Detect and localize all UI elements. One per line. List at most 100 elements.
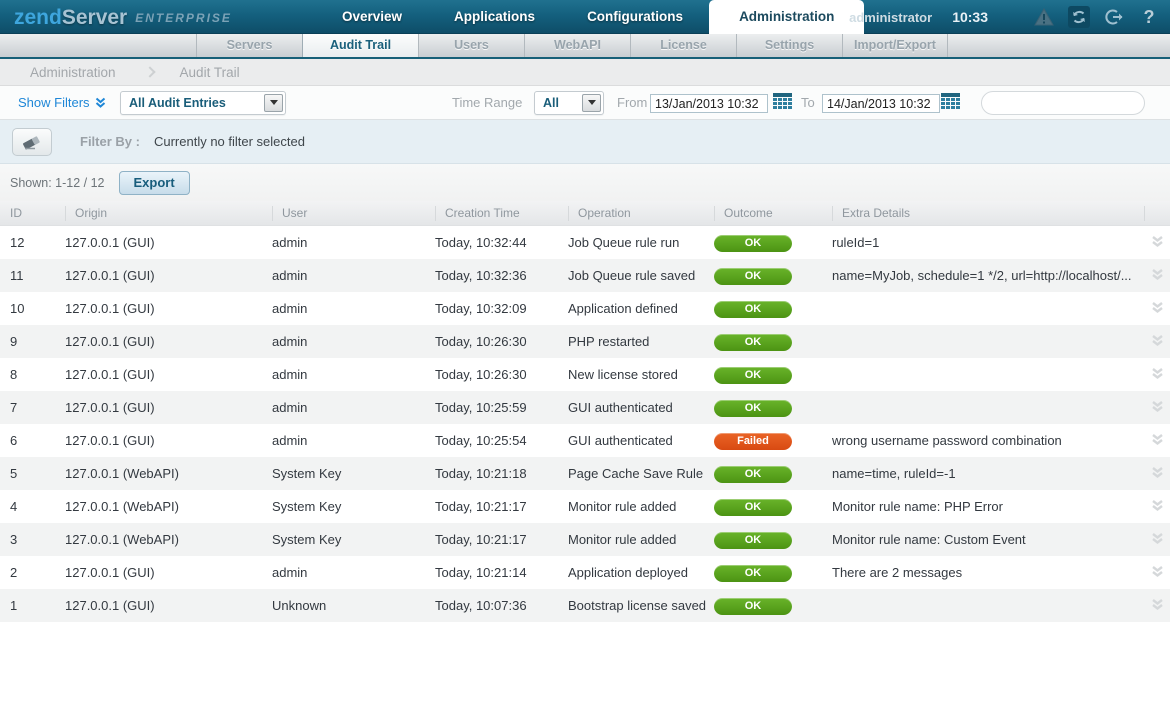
row-expand-button[interactable] (1144, 400, 1170, 416)
time-range-select[interactable]: All (534, 91, 604, 115)
row-expand-button[interactable] (1144, 466, 1170, 482)
dropdown-arrow-icon (582, 94, 601, 112)
logout-icon[interactable] (1103, 6, 1125, 28)
nav-item-applications[interactable]: Applications (428, 0, 561, 34)
row-expand-button[interactable] (1144, 235, 1170, 251)
cell-outcome: OK (714, 234, 832, 252)
to-date-input[interactable] (822, 94, 940, 113)
cell-outcome: OK (714, 399, 832, 417)
from-date-input[interactable] (650, 94, 768, 113)
cell-operation: Job Queue rule run (568, 235, 714, 250)
row-expand-button[interactable] (1144, 268, 1170, 284)
row-expand-button[interactable] (1144, 598, 1170, 614)
nav-item-overview[interactable]: Overview (316, 0, 428, 34)
results-toolbar: Shown: 1-12 / 12 Export (0, 164, 1170, 201)
row-expand-button[interactable] (1144, 334, 1170, 350)
tab-webapi[interactable]: WebAPI (524, 34, 630, 57)
double-chevron-down-icon (95, 97, 106, 108)
table-row: 5127.0.0.1 (WebAPI)System KeyToday, 10:2… (0, 457, 1170, 490)
row-expand-button[interactable] (1144, 433, 1170, 449)
outcome-badge: OK (714, 565, 792, 582)
cell-outcome: Failed (714, 432, 832, 450)
nav-item-configurations[interactable]: Configurations (561, 0, 709, 34)
cell-origin: 127.0.0.1 (GUI) (65, 433, 272, 448)
topbar-right: administrator 10:33 ? (849, 0, 1160, 34)
cell-origin: 127.0.0.1 (GUI) (65, 301, 272, 316)
cell-user: System Key (272, 499, 435, 514)
cell-origin: 127.0.0.1 (GUI) (65, 367, 272, 382)
calendar-icon[interactable] (773, 93, 792, 110)
table-row: 10127.0.0.1 (GUI)adminToday, 10:32:09App… (0, 292, 1170, 325)
row-expand-button[interactable] (1144, 565, 1170, 581)
table-row: 11127.0.0.1 (GUI)adminToday, 10:32:36Job… (0, 259, 1170, 292)
column-header-creation-time[interactable]: Creation Time (435, 206, 568, 221)
tab-import-export[interactable]: Import/Export (842, 34, 948, 57)
cell-creation-time: Today, 10:21:17 (435, 532, 568, 547)
cell-outcome: OK (714, 564, 832, 582)
cell-origin: 127.0.0.1 (WebAPI) (65, 466, 272, 481)
help-glyph: ? (1144, 7, 1155, 28)
tab-users[interactable]: Users (418, 34, 524, 57)
row-expand-button[interactable] (1144, 301, 1170, 317)
tab-settings[interactable]: Settings (736, 34, 842, 57)
expand-row-icon (1151, 301, 1164, 314)
breadcrumb-audit-trail: Audit Trail (180, 65, 240, 80)
cell-operation: Page Cache Save Rule (568, 466, 714, 481)
tab-audit-trail[interactable]: Audit Trail (302, 34, 418, 57)
cell-user: admin (272, 433, 435, 448)
column-header-outcome[interactable]: Outcome (714, 206, 832, 221)
cell-creation-time: Today, 10:32:36 (435, 268, 568, 283)
expand-row-icon (1151, 565, 1164, 578)
cell-extra-details: wrong username password combination (832, 433, 1144, 448)
cell-creation-time: Today, 10:26:30 (435, 334, 568, 349)
filter-by-bar: Filter By : Currently no filter selected (0, 120, 1170, 164)
cell-origin: 127.0.0.1 (WebAPI) (65, 499, 272, 514)
row-expand-button[interactable] (1144, 532, 1170, 548)
logo-server: Server (62, 6, 127, 29)
table-row: 2127.0.0.1 (GUI)adminToday, 10:21:14Appl… (0, 556, 1170, 589)
audit-entries-select[interactable]: All Audit Entries (120, 91, 286, 115)
cell-operation: PHP restarted (568, 334, 714, 349)
show-filters-link[interactable]: Show Filters (18, 95, 106, 110)
cell-origin: 127.0.0.1 (GUI) (65, 334, 272, 349)
cell-id: 8 (10, 367, 65, 382)
column-header-operation[interactable]: Operation (568, 206, 714, 221)
help-icon[interactable]: ? (1138, 6, 1160, 28)
export-button[interactable]: Export (119, 171, 190, 195)
column-header-expand (1144, 206, 1170, 221)
row-expand-button[interactable] (1144, 367, 1170, 383)
cell-extra-details: name=time, ruleId=-1 (832, 466, 1144, 481)
filter-row: Show Filters All Audit Entries Time Rang… (0, 86, 1170, 120)
filter-by-value: Currently no filter selected (154, 134, 305, 149)
cell-creation-time: Today, 10:07:36 (435, 598, 568, 613)
outcome-badge: OK (714, 532, 792, 549)
cell-operation: Monitor rule added (568, 499, 714, 514)
column-header-id[interactable]: ID (10, 206, 65, 221)
tab-license[interactable]: License (630, 34, 736, 57)
cell-operation: Application deployed (568, 565, 714, 580)
expand-row-icon (1151, 466, 1164, 479)
restart-icon[interactable] (1068, 6, 1090, 28)
cell-outcome: OK (714, 267, 832, 285)
column-header-user[interactable]: User (272, 206, 435, 221)
outcome-badge: OK (714, 301, 792, 318)
table-row: 9127.0.0.1 (GUI)adminToday, 10:26:30PHP … (0, 325, 1170, 358)
filter-by-label: Filter By : (80, 134, 140, 149)
column-header-extra-details[interactable]: Extra Details (832, 206, 1144, 221)
cell-operation: Job Queue rule saved (568, 268, 714, 283)
clear-filter-button[interactable] (12, 128, 52, 156)
clock-time: 10:33 (952, 9, 988, 25)
search-input[interactable] (982, 93, 1153, 113)
nav-item-administration[interactable]: Administration (709, 0, 864, 34)
time-range-label: Time Range (452, 95, 522, 110)
table-row: 4127.0.0.1 (WebAPI)System KeyToday, 10:2… (0, 490, 1170, 523)
cell-origin: 127.0.0.1 (GUI) (65, 598, 272, 613)
row-expand-button[interactable] (1144, 499, 1170, 515)
time-range-value: All (535, 96, 582, 110)
warning-icon[interactable] (1033, 6, 1055, 28)
cell-outcome: OK (714, 366, 832, 384)
breadcrumb-administration[interactable]: Administration (30, 65, 116, 80)
tab-servers[interactable]: Servers (196, 34, 302, 57)
calendar-icon[interactable] (941, 93, 960, 110)
column-header-origin[interactable]: Origin (65, 206, 272, 221)
